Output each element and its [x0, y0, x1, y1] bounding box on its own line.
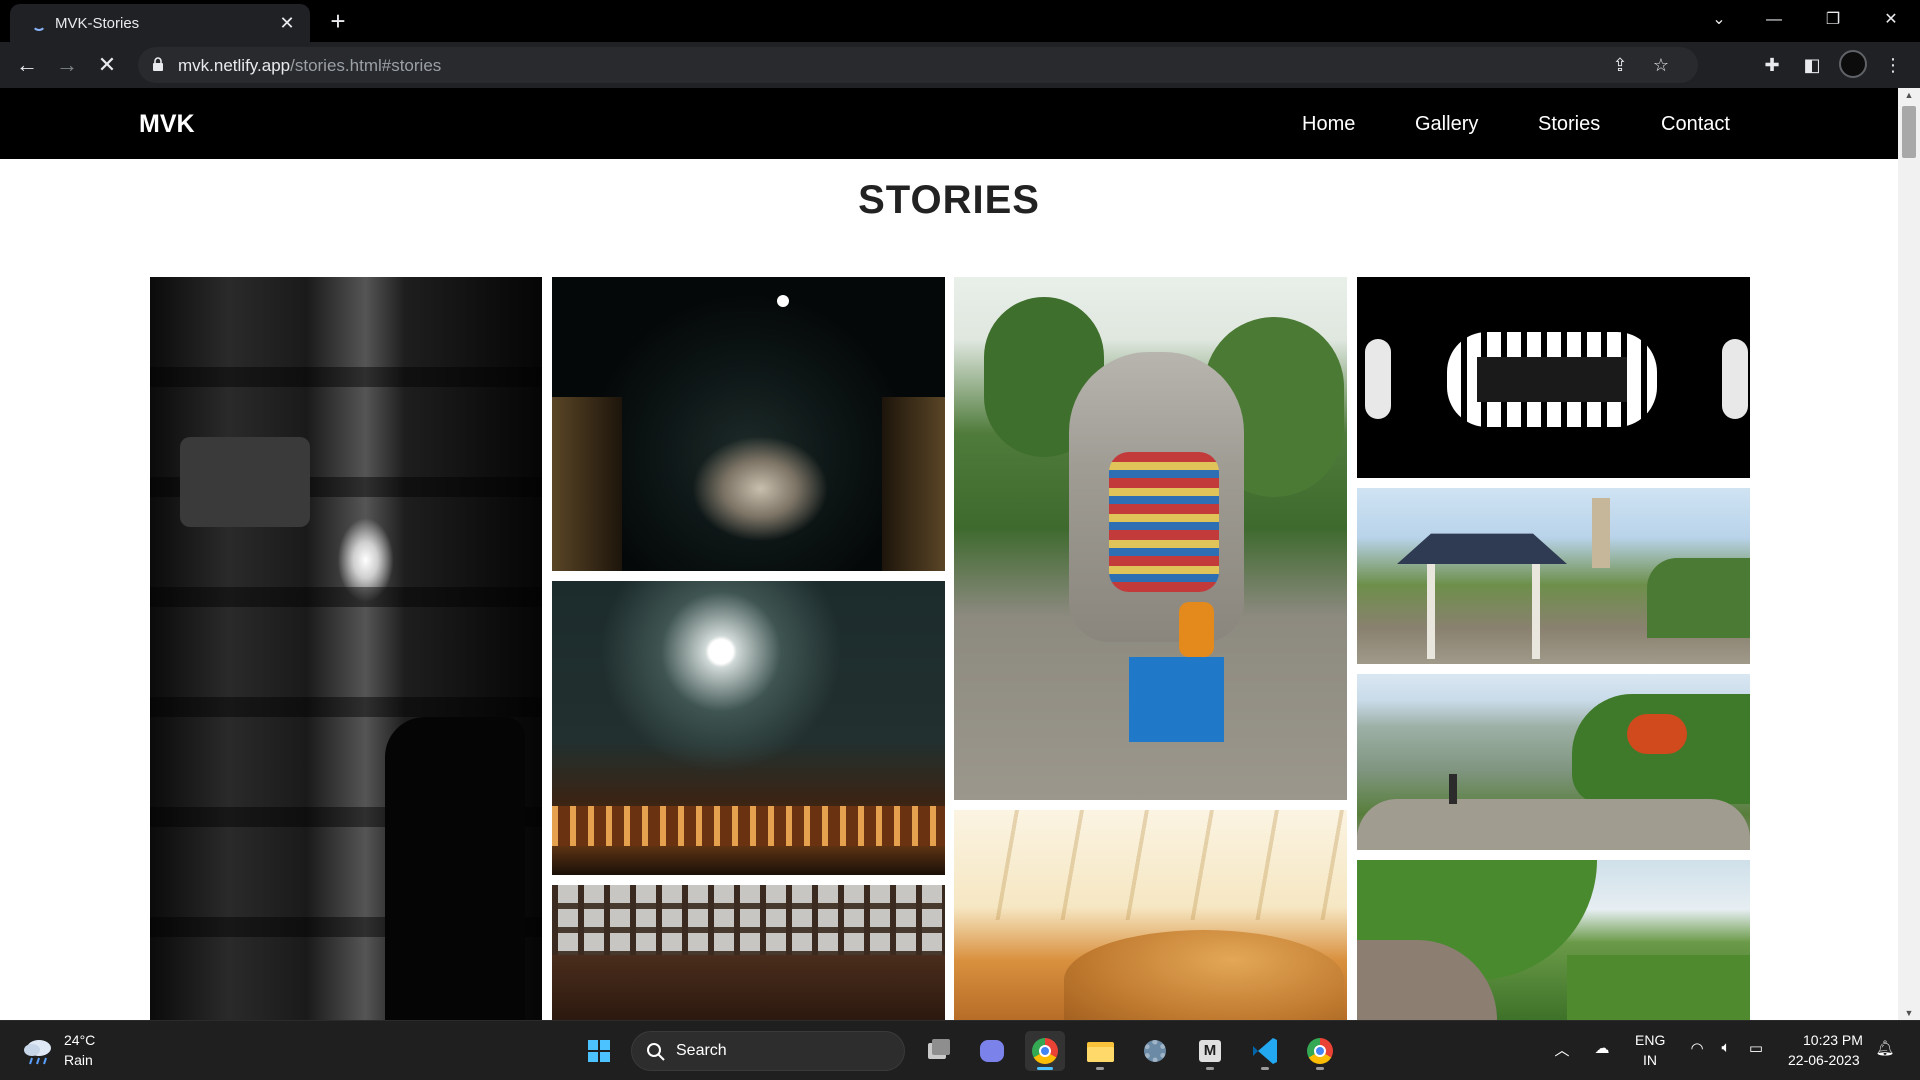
- search-icon: [647, 1043, 665, 1061]
- weather-rain-icon[interactable]: [22, 1037, 56, 1065]
- scroll-up-arrow-icon[interactable]: ▲: [1898, 90, 1920, 100]
- address-bar[interactable]: mvk.netlify.app/stories.html#stories ⇪ ☆: [138, 47, 1698, 83]
- scroll-down-arrow-icon[interactable]: ▼: [1898, 1008, 1920, 1018]
- app-icon-m[interactable]: M: [1190, 1031, 1230, 1071]
- story-photo-palace-arch[interactable]: [552, 277, 945, 571]
- language-indicator-bottom[interactable]: IN: [1643, 1052, 1657, 1068]
- story-photo-train-corridor[interactable]: [150, 277, 542, 1020]
- nav-contact[interactable]: Contact: [1661, 113, 1730, 136]
- browser-toolbar: ← → ✕ mvk.netlify.app/stories.html#stori…: [0, 42, 1920, 88]
- show-hidden-icons-chevron-icon[interactable]: ︿: [1550, 1039, 1574, 1060]
- story-photo-palace-dome[interactable]: [552, 581, 945, 875]
- site-logo[interactable]: MVK: [139, 110, 195, 139]
- new-tab-button[interactable]: +: [323, 6, 353, 36]
- site-navbar: MVK Home Gallery Stories Contact: [0, 88, 1898, 159]
- chrome-app-icon[interactable]: [1025, 1031, 1065, 1071]
- nav-gallery[interactable]: Gallery: [1415, 113, 1478, 136]
- file-explorer-icon[interactable]: [1080, 1031, 1120, 1071]
- wifi-icon[interactable]: ◠: [1685, 1039, 1709, 1057]
- profile-avatar[interactable]: [1839, 50, 1867, 78]
- story-photo-green-cliff[interactable]: [1357, 860, 1750, 1020]
- vscode-icon[interactable]: [1245, 1031, 1285, 1071]
- web-page: MVK Home Gallery Stories Contact STORIES: [0, 88, 1920, 1020]
- forward-button[interactable]: →: [52, 50, 82, 80]
- stop-loading-button[interactable]: ✕: [92, 50, 122, 80]
- story-photo-window-silhouette[interactable]: [1357, 277, 1750, 478]
- chrome-profile-app-icon[interactable]: [1300, 1031, 1340, 1071]
- start-button[interactable]: [579, 1031, 619, 1071]
- story-photo-hill-view[interactable]: [1357, 674, 1750, 850]
- battery-icon[interactable]: ▭: [1744, 1039, 1768, 1057]
- story-photo-sand-sculpture[interactable]: [954, 810, 1347, 1020]
- lock-icon: [153, 57, 163, 71]
- extensions-icon[interactable]: ✚: [1759, 52, 1785, 78]
- back-button[interactable]: ←: [12, 50, 42, 80]
- tab-search-icon[interactable]: ⌄: [1699, 6, 1739, 34]
- story-photo-garden-pavilion[interactable]: [1357, 488, 1750, 664]
- settings-gear-icon[interactable]: [1135, 1031, 1175, 1071]
- clock-time[interactable]: 10:23 PM: [1803, 1032, 1863, 1048]
- scrollbar-thumb[interactable]: [1902, 106, 1916, 158]
- taskbar-search-box[interactable]: Search: [631, 1031, 905, 1071]
- loading-icon: [32, 17, 46, 31]
- teams-chat-icon[interactable]: [972, 1031, 1012, 1071]
- nav-stories[interactable]: Stories: [1538, 113, 1600, 136]
- weather-description[interactable]: Rain: [64, 1052, 93, 1068]
- restore-button[interactable]: ❐: [1813, 6, 1853, 34]
- clock-date[interactable]: 22-06-2023: [1788, 1052, 1860, 1068]
- weather-temperature[interactable]: 24°C: [64, 1032, 95, 1048]
- close-window-button[interactable]: ✕: [1871, 6, 1911, 34]
- search-label: Search: [676, 1042, 727, 1059]
- story-photo-nandi-statue[interactable]: [954, 277, 1347, 800]
- side-panel-icon[interactable]: ◧: [1799, 52, 1825, 78]
- notification-bell-icon[interactable]: 🔔︎: [1873, 1039, 1897, 1057]
- tab-close-icon[interactable]: ✕: [274, 10, 300, 36]
- windows-logo-icon: [588, 1040, 610, 1062]
- browser-tab-strip: MVK-Stories ✕ + ⌄ — ❐ ✕: [0, 0, 1920, 42]
- tab-title: MVK-Stories: [55, 15, 140, 32]
- bookmark-star-icon[interactable]: ☆: [1649, 55, 1673, 76]
- nav-home[interactable]: Home: [1302, 113, 1355, 136]
- minimize-button[interactable]: —: [1754, 6, 1794, 34]
- menu-icon[interactable]: ⋮: [1880, 52, 1906, 78]
- language-indicator-top[interactable]: ENG: [1635, 1032, 1665, 1048]
- story-photo-palace-ceiling[interactable]: [552, 885, 945, 1020]
- task-view-button[interactable]: [918, 1031, 958, 1071]
- page-scrollbar[interactable]: ▲ ▼: [1898, 88, 1920, 1020]
- browser-tab[interactable]: MVK-Stories ✕: [10, 4, 310, 42]
- onedrive-cloud-icon[interactable]: ☁: [1590, 1039, 1614, 1057]
- volume-icon[interactable]: 🔈︎: [1714, 1039, 1738, 1056]
- share-icon[interactable]: ⇪: [1608, 55, 1632, 76]
- url-text: mvk.netlify.app/stories.html#stories: [178, 56, 442, 75]
- page-title: STORIES: [858, 178, 1040, 222]
- windows-taskbar: 24°C Rain Search M ︿ ☁ ENG IN ◠ 🔈︎ ▭ 10:…: [0, 1020, 1920, 1080]
